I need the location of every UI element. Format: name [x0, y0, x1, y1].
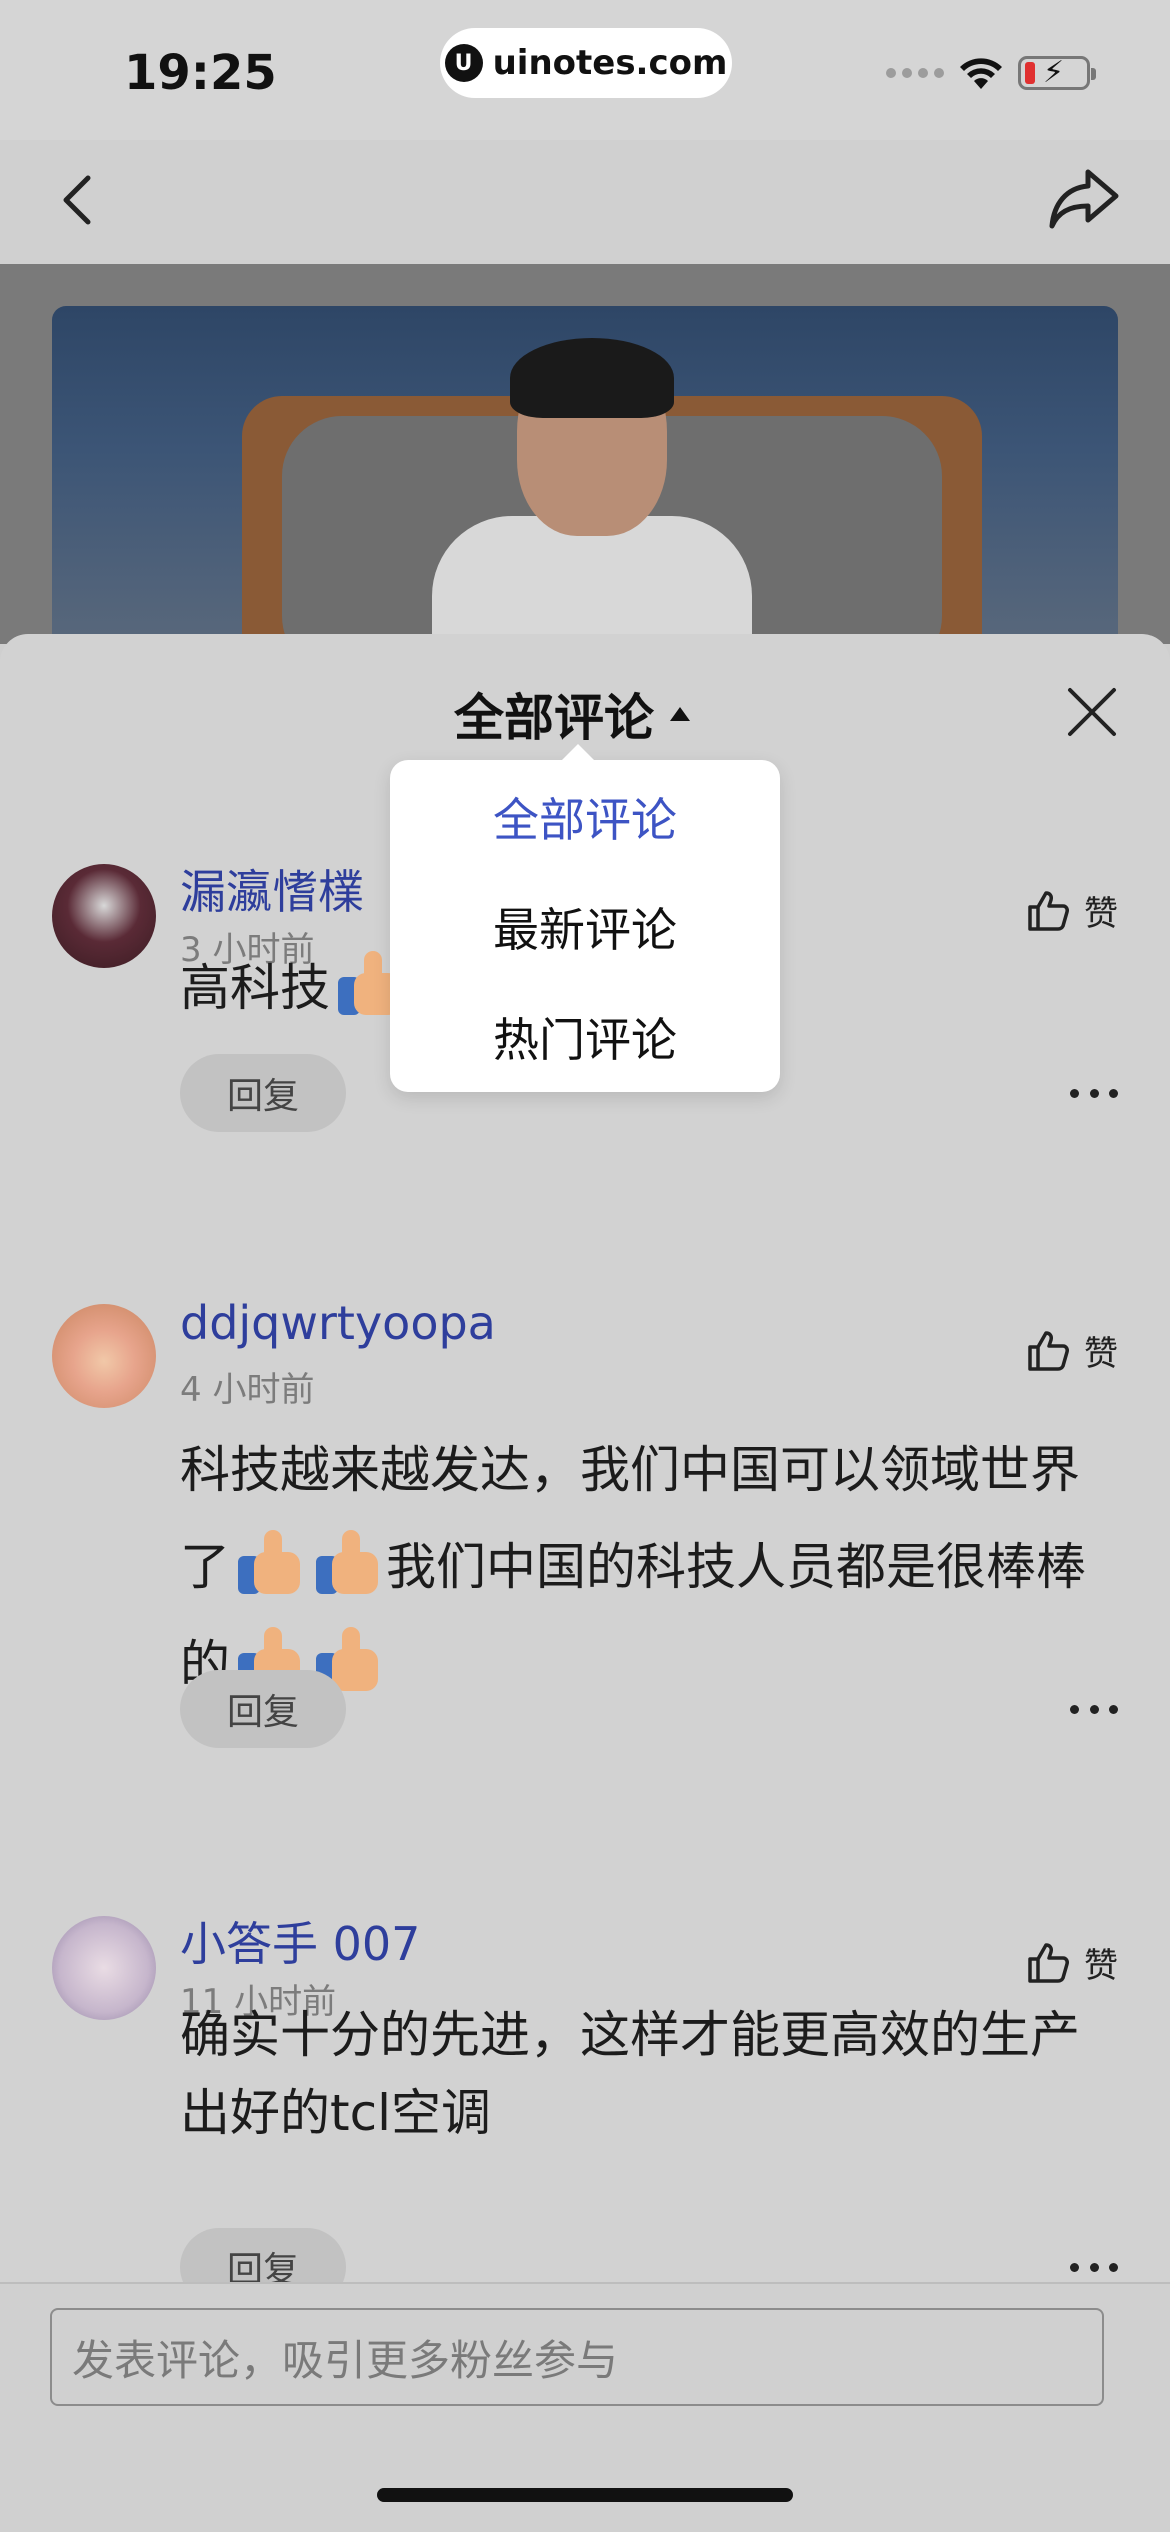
like-button[interactable]: 赞 [1026, 1326, 1118, 1375]
url-text: uinotes.com [492, 43, 728, 83]
home-indicator[interactable] [377, 2488, 793, 2502]
thumbs-up-icon [1028, 890, 1069, 931]
reply-button[interactable]: 回复 [180, 1054, 346, 1132]
like-label: 赞 [1084, 1946, 1118, 1986]
avatar[interactable] [52, 1916, 156, 2020]
sort-option-latest[interactable]: 最新评论 [390, 872, 780, 982]
sort-option-all[interactable]: 全部评论 [390, 762, 780, 872]
more-options-icon[interactable] [1070, 1699, 1118, 1719]
comment-text: 科技越来越发达，我们中国可以领域世界了 我们中国的科技人员都是很棒棒的 [180, 1422, 1115, 1713]
sort-toggle[interactable]: 全部评论 [454, 678, 690, 750]
like-label: 赞 [1084, 894, 1118, 934]
more-options-icon[interactable] [1070, 2257, 1118, 2277]
thumbs-up-emoji-icon [312, 1528, 382, 1594]
comment-time: 4 小时前 [180, 1370, 315, 1410]
more-options-icon[interactable] [1070, 1083, 1118, 1103]
battery-icon: ⚡ [1018, 55, 1096, 90]
wifi-icon [960, 58, 1002, 89]
navigation-bar [0, 140, 1170, 264]
avatar[interactable] [52, 1304, 156, 1408]
status-time: 19:25 [124, 45, 277, 101]
video-thumbnail[interactable] [52, 306, 1118, 666]
cellular-signal-icon [886, 68, 944, 78]
comment-text: 确实十分的先进，这样才能更高效的生产出好的tcl空调 [180, 2006, 1080, 2142]
back-arrow-icon[interactable] [50, 170, 110, 230]
like-button[interactable]: 赞 [1026, 1938, 1118, 1987]
comment-input[interactable]: 发表评论，吸引更多粉丝参与 [50, 2308, 1104, 2406]
thumbs-up-icon [1028, 1942, 1069, 1983]
comment-username[interactable]: 小答手 007 [180, 1908, 420, 1974]
comment-body: 高科技 [180, 959, 330, 1017]
url-pill[interactable]: U uinotes.com [440, 28, 732, 98]
comment-username[interactable]: 漏瀛愭檏 [180, 856, 364, 922]
comment-username[interactable]: ddjqwrtyoopa [180, 1296, 496, 1350]
thumbs-up-icon [1028, 1330, 1069, 1371]
close-icon[interactable] [1064, 684, 1120, 740]
sort-dropdown-menu: 全部评论 最新评论 热门评论 [390, 744, 780, 1092]
avatar[interactable] [52, 864, 156, 968]
like-button[interactable]: 赞 [1026, 886, 1118, 935]
sort-option-hot[interactable]: 热门评论 [390, 982, 780, 1092]
share-icon[interactable] [1046, 166, 1122, 234]
caret-up-icon [670, 707, 690, 721]
sheet-title: 全部评论 [454, 689, 654, 747]
like-label: 赞 [1084, 1334, 1118, 1374]
site-logo-icon: U [444, 44, 483, 82]
status-bar: 19:25 U uinotes.com ⚡ [0, 0, 1170, 140]
reply-button[interactable]: 回复 [180, 1670, 346, 1748]
thumbs-up-emoji-icon [234, 1528, 304, 1594]
status-indicators: ⚡ [886, 55, 1096, 91]
